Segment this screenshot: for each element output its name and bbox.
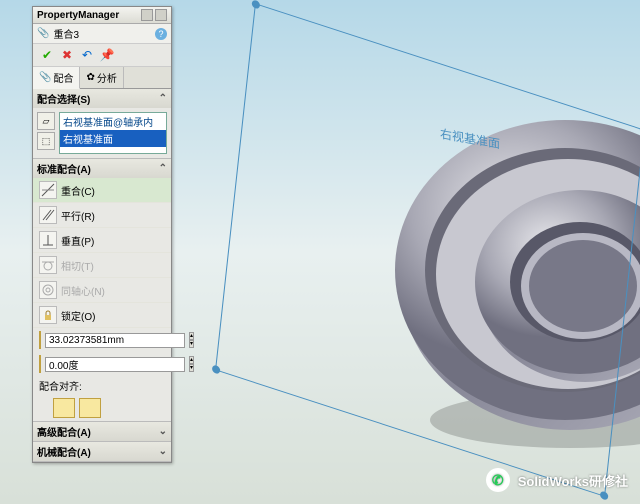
align-same-button[interactable] xyxy=(53,398,75,418)
undo-button[interactable]: ↶ xyxy=(79,47,95,63)
action-row: ✔ ✖ ↶ 📌 xyxy=(33,44,171,67)
align-label: 配合对齐: xyxy=(33,376,171,395)
wechat-icon: ✆ xyxy=(486,468,510,492)
parallel-icon xyxy=(39,206,57,224)
header-icon-2[interactable] xyxy=(155,9,167,21)
angle-input[interactable] xyxy=(45,357,185,372)
tab-mates[interactable]: 📎配合 xyxy=(33,67,80,89)
watermark: ✆ SolidWorks研修社 xyxy=(486,468,628,492)
tabs: 📎配合 ✿分析 xyxy=(33,67,171,89)
angle-icon xyxy=(39,355,41,373)
section-selections: 配合选择(S)⌃ ▱ ⬚ 右视基准面@轴承内 右视基准面 xyxy=(33,89,171,159)
distance-input[interactable] xyxy=(45,333,185,348)
mate-lock[interactable]: 锁定(O) xyxy=(33,303,171,328)
cancel-button[interactable]: ✖ xyxy=(59,47,75,63)
concentric-icon xyxy=(39,281,57,299)
selection-filter-face-icon[interactable]: ▱ xyxy=(37,112,55,130)
mate-coincident[interactable]: 重合(C) xyxy=(33,178,171,203)
lock-icon xyxy=(39,306,57,324)
mate-icon: 📎 xyxy=(37,28,49,39)
coincident-icon xyxy=(39,181,57,199)
ok-button[interactable]: ✔ xyxy=(39,47,55,63)
pin-button[interactable]: 📌 xyxy=(99,47,115,63)
section-advanced-mates: 高级配合(A)⌄ xyxy=(33,422,171,442)
feature-title-row: 📎 重合3 ? xyxy=(33,24,171,44)
advanced-head[interactable]: 高级配合(A)⌄ xyxy=(33,422,171,441)
selections-head[interactable]: 配合选择(S)⌃ xyxy=(33,89,171,108)
selection-filter-multi-icon[interactable]: ⬚ xyxy=(37,132,55,150)
panel-header: PropertyManager xyxy=(33,7,171,24)
panel-title: PropertyManager xyxy=(37,10,119,21)
section-standard-mates: 标准配合(A)⌃ 重合(C) 平行(R) 垂直(P) 相切(T) 同轴心(N) xyxy=(33,159,171,422)
selection-list[interactable]: 右视基准面@轴承内 右视基准面 xyxy=(59,112,167,154)
standard-head[interactable]: 标准配合(A)⌃ xyxy=(33,159,171,178)
tab-analysis[interactable]: ✿分析 xyxy=(80,67,123,88)
perpendicular-icon xyxy=(39,231,57,249)
align-anti-button[interactable] xyxy=(79,398,101,418)
chevron-up-icon: ⌃ xyxy=(159,93,167,104)
chevron-down-icon: ⌄ xyxy=(159,426,167,437)
header-icon-1[interactable] xyxy=(141,9,153,21)
property-manager-panel: PropertyManager 📎 重合3 ? ✔ ✖ ↶ 📌 📎配合 ✿分析 … xyxy=(32,6,172,463)
selection-item[interactable]: 右视基准面@轴承内 xyxy=(60,113,166,130)
mech-head[interactable]: 机械配合(A)⌄ xyxy=(33,442,171,461)
mate-tangent[interactable]: 相切(T) xyxy=(33,253,171,278)
mate-parallel[interactable]: 平行(R) xyxy=(33,203,171,228)
tangent-icon xyxy=(39,256,57,274)
distance-icon xyxy=(39,331,41,349)
chevron-up-icon: ⌃ xyxy=(159,163,167,174)
section-mechanical-mates: 机械配合(A)⌄ xyxy=(33,442,171,462)
bearing-model xyxy=(370,90,640,470)
help-icon[interactable]: ? xyxy=(155,28,167,40)
mate-concentric[interactable]: 同轴心(N) xyxy=(33,278,171,303)
distance-row: ▴▾ xyxy=(33,328,171,352)
angle-row: ▴▾ xyxy=(33,352,171,376)
chevron-down-icon: ⌄ xyxy=(159,446,167,457)
viewport-3d[interactable]: 右视基准面 xyxy=(180,0,640,504)
watermark-text: SolidWorks研修社 xyxy=(518,471,628,490)
mate-perpendicular[interactable]: 垂直(P) xyxy=(33,228,171,253)
selection-item[interactable]: 右视基准面 xyxy=(60,130,166,147)
feature-name: 重合3 xyxy=(53,26,79,41)
